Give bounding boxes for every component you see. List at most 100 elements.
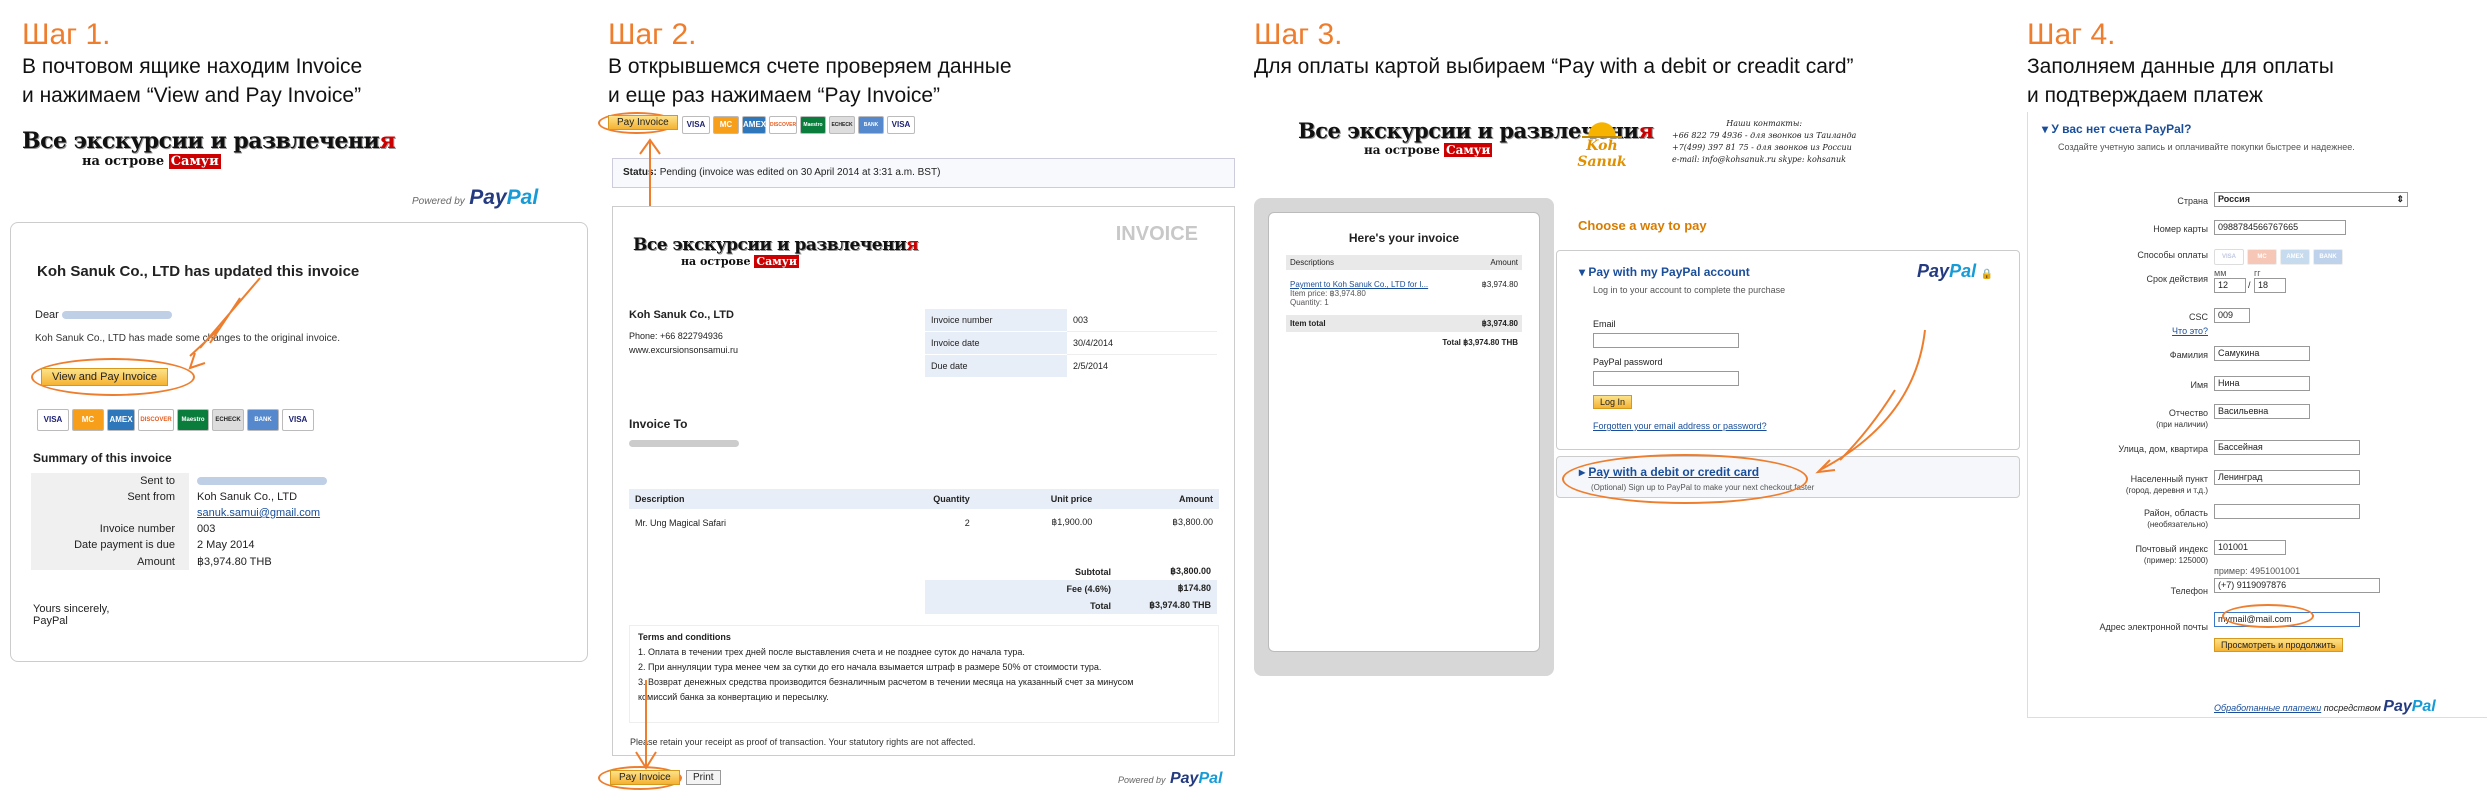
amex-icon: AMEX xyxy=(2280,248,2310,265)
review-continue-button[interactable]: Просмотреть и продолжить xyxy=(2214,638,2343,652)
log-in-button[interactable]: Log In xyxy=(1593,395,1633,409)
mastercard-icon: MC xyxy=(713,116,739,134)
invoice-summary-panel: Here's your invoice Descriptions Amount P… xyxy=(1254,198,1554,676)
paypal-logo: PayPal 🔒 xyxy=(1917,261,1993,281)
step-title: Шаг 2. xyxy=(608,18,697,51)
first-name-field[interactable]: Нина xyxy=(2214,376,2310,391)
koh-sanuk-logo: Koh Sanuk xyxy=(1562,112,1642,184)
print-button[interactable]: Print xyxy=(686,770,721,785)
amex-icon: AMEX xyxy=(742,116,766,134)
password-field[interactable] xyxy=(1593,371,1739,386)
highlight-circle xyxy=(2222,604,2314,628)
step-title: Шаг 4. xyxy=(2027,18,2116,51)
amex-icon: AMEX xyxy=(107,409,135,431)
step-description: Заполняем данные для оплаты xyxy=(2027,55,2334,78)
step-2-header: Шаг 2. В открывшемся счете проверяем дан… xyxy=(608,18,1012,110)
last-name-field[interactable]: Самукина xyxy=(2214,346,2310,361)
orange-arrow xyxy=(188,277,261,370)
mastercard-icon: MC xyxy=(2247,248,2277,265)
step-title: Шаг 3. xyxy=(1254,18,1343,51)
powered-by-paypal: Powered by PayPal xyxy=(1118,770,1223,787)
city-field[interactable]: Ленинград xyxy=(2214,470,2360,485)
brand-logo: Все экскурсии и развлечения на острове С… xyxy=(633,235,919,268)
totals-table: Subtotal ฿3,800.00 Fee (4.6%) ฿174.80 Tota… xyxy=(925,563,1217,614)
mastercard-icon: MC xyxy=(72,409,104,431)
card-logos: VISA MC AMEX DISCOVER Maestro ECHECK BANK VISA xyxy=(682,116,918,134)
step-description: В почтовом ящике находим Invoice xyxy=(22,55,363,78)
visa-icon: VISA xyxy=(37,409,69,431)
summary-table: Descriptions Amount Payment to Koh Sanuk … xyxy=(1286,255,1522,353)
item-link[interactable]: Payment to Koh Sanuk Co., LTD for I... xyxy=(1290,280,1428,289)
card-logos: VISA MC AMEX DISCOVER Maestro ECHECK BANK VISA xyxy=(37,409,317,431)
email-label: Email xyxy=(1593,319,1616,329)
card-number-field[interactable]: 0988784566767665 xyxy=(2214,220,2346,235)
step-1-header: Шаг 1. В почтовом ящике находим Invoice … xyxy=(22,18,362,110)
echeck-icon: ECHECK xyxy=(212,409,244,431)
company-phone: Phone: +66 822794936 xyxy=(629,331,723,341)
step-3-header: Шаг 3. Для оплаты картой выбираем “Pay w… xyxy=(1254,18,1854,81)
chevron-down-icon: ⇕ xyxy=(2396,194,2404,204)
invoice-label: INVOICE xyxy=(1115,223,1198,245)
forgot-link[interactable]: Forgotten your email address or password… xyxy=(1593,421,1767,431)
step-description: Для оплаты картой выбираем “Pay with a d… xyxy=(1254,55,1854,78)
password-label: PayPal password xyxy=(1593,357,1663,367)
invoice-meta-table: Invoice number 003 Invoice date 30/4/2014 … xyxy=(925,309,1217,377)
lock-icon: 🔒 xyxy=(1980,269,1993,280)
maestro-icon: Maestro xyxy=(177,409,209,431)
pay-with-paypal-heading[interactable]: ▾ Pay with my PayPal account xyxy=(1579,265,1750,279)
bank-icon: BANK xyxy=(858,116,884,134)
summary-title: Summary of this invoice xyxy=(33,451,172,465)
csc-field[interactable]: 009 xyxy=(2214,308,2250,323)
district-field[interactable] xyxy=(2214,504,2360,519)
view-and-pay-invoice-button[interactable]: View and Pay Invoice xyxy=(41,368,168,386)
sender-email-link[interactable]: sanuk.samui@gmail.com xyxy=(189,505,571,521)
table-row: Mr. Ung Magical Safari 2 ฿1,900.00 ฿3,80… xyxy=(635,517,1213,528)
items-table: Description Quantity Unit price Amount M… xyxy=(629,489,1219,536)
step-description: и подтверждаем платеж xyxy=(2027,84,2263,107)
no-account-heading: ▾ У вас нет счета PayPal? xyxy=(2042,122,2192,136)
discover-icon: DISCOVER xyxy=(138,409,174,431)
visa-icon: VISA xyxy=(682,116,710,134)
contacts-block: Наши контакты: +66 822 79 4936 - для зво… xyxy=(1672,119,1857,164)
choose-way-title: Choose a way to pay xyxy=(1578,218,1707,233)
step-description: и нажимаем “View and Pay Invoice” xyxy=(22,84,362,107)
maestro-icon: Maestro xyxy=(800,116,826,134)
echeck-icon: ECHECK xyxy=(829,116,855,134)
status-bar: Status: Pending (invoice was edited on 3… xyxy=(612,158,1235,188)
powered-by-paypal: Powered by PayPal xyxy=(412,186,539,209)
expiry-month-field[interactable]: 12 xyxy=(2214,278,2246,293)
email-field[interactable] xyxy=(1593,333,1739,348)
invoice-to-email xyxy=(629,435,739,453)
heres-your-invoice: Here's your invoice xyxy=(1348,231,1460,245)
terms-block: Terms and conditions 1. Оплата в течении… xyxy=(629,625,1219,723)
expiry-year-field[interactable]: 18 xyxy=(2254,278,2286,293)
summary-table: Sent to Sent from Koh Sanuk Co., LTD sanu… xyxy=(31,473,571,570)
visa-icon: VISA xyxy=(2214,248,2244,265)
country-select[interactable]: Россия ⇕ xyxy=(2214,192,2408,207)
pay-invoice-button-bottom[interactable]: Pay Invoice xyxy=(610,770,680,785)
step-4-header: Шаг 4. Заполняем данные для оплаты и под… xyxy=(2027,18,2334,110)
zip-field[interactable]: 101001 xyxy=(2214,540,2286,555)
email-sign: Yours sincerely, PayPal xyxy=(33,603,110,627)
step-description: В открывшемся счете проверяем данные xyxy=(608,55,1012,78)
patronymic-field[interactable]: Васильевна xyxy=(2214,404,2310,419)
retain-note: Please retain your receipt as proof of t… xyxy=(630,737,976,747)
paypal-account-box: ▾ Pay with my PayPal account PayPal 🔒 Lo… xyxy=(1556,250,2020,450)
invoice-to-label: Invoice To xyxy=(629,417,688,431)
brand-logo: Все экскурсии и развлечения на острове С… xyxy=(22,128,396,169)
pay-invoice-button-top[interactable]: Pay Invoice xyxy=(608,115,678,130)
csc-what-link[interactable]: Что это? xyxy=(2172,326,2208,336)
bank-icon: BANK xyxy=(2313,248,2343,265)
invoice-document: INVOICE Все экскурсии и развлечения на о… xyxy=(612,206,1235,756)
step-description: и еще раз нажимаем “Pay Invoice” xyxy=(608,84,941,107)
email-panel: Koh Sanuk Co., LTD has updated this invo… xyxy=(10,222,588,662)
phone-field[interactable]: (+7) 9119097876 xyxy=(2214,578,2380,593)
company-site: www.excursionsonsamui.ru xyxy=(629,345,739,355)
visa-icon: VISA xyxy=(887,116,915,134)
street-field[interactable]: Бассейная xyxy=(2214,440,2360,455)
sun-icon xyxy=(1582,114,1622,138)
orange-arrow xyxy=(1815,329,1926,474)
visa-icon: VISA xyxy=(282,409,314,431)
company-name: Koh Sanuk Co., LTD xyxy=(629,309,734,321)
step-title: Шаг 1. xyxy=(22,18,111,51)
